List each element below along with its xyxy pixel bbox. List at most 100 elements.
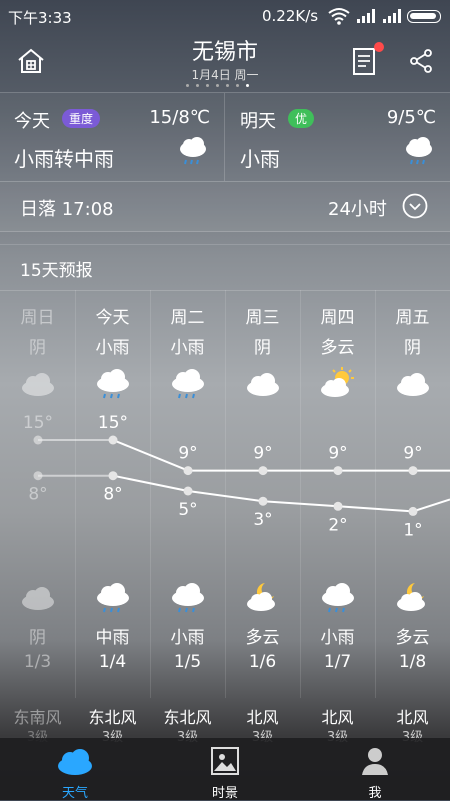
wind-direction: 北风 [246, 708, 279, 727]
cloud-icon [58, 749, 92, 775]
tab-weather[interactable]: 天气 [0, 738, 150, 801]
low-temp-label: 2° [328, 515, 347, 535]
page-dot [235, 84, 239, 87]
today-card[interactable]: 今天 重度 15/8℃ 小雨转中雨 [0, 93, 225, 181]
low-temp-label: 3° [253, 510, 272, 530]
rain-icon [172, 583, 204, 613]
tab-scenery[interactable]: 时景 [150, 738, 300, 801]
wind-direction: 东南风 [13, 708, 62, 727]
page-dot [215, 84, 219, 87]
forecast-date: 1/3 [23, 652, 52, 672]
high-temp-label: 15° [98, 413, 128, 433]
forecast-night-condition: 小雨 [170, 628, 205, 648]
tab-me[interactable]: 我 [300, 738, 450, 801]
notification-dot [374, 42, 384, 52]
share-icon[interactable] [408, 48, 434, 74]
hourly-toggle-label[interactable]: 24小时 [328, 195, 387, 221]
temp-range: 9/5℃ [386, 107, 436, 128]
forecast-day-name: 周二 [170, 308, 205, 328]
rain-icon [172, 369, 204, 399]
forecast-night-condition: 多云 [395, 628, 430, 648]
high-temp-label: 9° [253, 444, 272, 464]
low-line-segment [262, 500, 339, 508]
wind-direction: 北风 [321, 708, 354, 727]
date-label: 1月4日 周一 [191, 68, 259, 82]
forecast-date: 1/4 [98, 652, 127, 672]
condition-text: 小雨转中雨 [14, 147, 114, 171]
forecast-day-condition: 阴 [29, 338, 46, 358]
forecast-day-condition: 阴 [254, 338, 271, 358]
chevron-down-icon[interactable] [402, 193, 428, 219]
sunset-row: 日落 17:08 24小时 [0, 181, 450, 232]
forecast-day-condition: 小雨 [95, 338, 130, 358]
today-tomorrow-panel: 今天 重度 15/8℃ 小雨转中雨 明天 优 9/5℃ 小雨 [0, 92, 450, 182]
rain-icon [322, 583, 354, 613]
high-temp-point [408, 466, 418, 476]
high-temp-point [258, 466, 268, 476]
tomorrow-card[interactable]: 明天 优 9/5℃ 小雨 [226, 93, 450, 181]
low-temp-point [108, 471, 118, 481]
forecast-date: 1/5 [173, 652, 202, 672]
forecast-night-condition: 阴 [29, 628, 46, 648]
page-dot [245, 84, 249, 87]
status-time: 下午3:33 [8, 9, 72, 27]
partly-cloudy-day-icon [321, 367, 354, 397]
high-temp-label: 9° [178, 444, 197, 464]
temp-range: 15/8℃ [149, 107, 210, 128]
temperature-chart: 15° 15° 9° 9° 9° 9° 8° 8° 5° 3° 2° 1° [23, 413, 450, 540]
condition-text: 小雨 [240, 147, 280, 171]
cloudy-icon [247, 373, 279, 396]
signal-icon [383, 9, 401, 23]
low-line-segment [112, 474, 189, 492]
tab-label: 天气 [61, 786, 88, 801]
status-bar: 下午3:33 0.22K/s [0, 0, 450, 32]
rain-icon [406, 137, 432, 165]
forecast-day-name: 今天 [95, 308, 130, 328]
high-temp-label: 9° [328, 444, 347, 464]
high-temp-point [333, 466, 343, 476]
news-button[interactable] [352, 42, 384, 76]
tab-label: 时景 [211, 786, 238, 801]
low-temp-label: 8° [28, 485, 47, 505]
forecast-title: 15天预报 [20, 261, 93, 281]
forecast-date: 1/8 [398, 652, 427, 672]
rain-icon [180, 137, 206, 165]
page-dot [185, 84, 189, 87]
aqi-badge: 重度 [62, 109, 101, 128]
low-line-segment [187, 490, 264, 503]
forecast-day-name: 周三 [245, 308, 280, 328]
forecast-day-name: 周日 [20, 308, 55, 328]
wind-direction: 北风 [396, 708, 429, 727]
network-speed: 0.22K/s [262, 7, 319, 25]
high-temp-point [33, 435, 43, 445]
tab-bar: 天气 时景 我 [0, 738, 450, 801]
high-temp-point [183, 466, 193, 476]
forecast-date: 1/6 [248, 652, 277, 672]
page-dot [205, 84, 209, 87]
high-temp-label: 9° [403, 444, 422, 464]
today-label: 今天 [14, 111, 50, 132]
low-temp-label: 1° [403, 520, 422, 540]
forecast-night-condition: 小雨 [320, 628, 355, 648]
tab-label: 我 [368, 786, 382, 801]
sunset-time: 日落 17:08 [20, 199, 114, 220]
high-line-segment [112, 439, 189, 472]
page-dot [195, 84, 199, 87]
low-temp-point [33, 471, 43, 481]
forecast-night-condition: 中雨 [95, 628, 130, 648]
aqi-badge: 优 [288, 109, 315, 128]
low-temp-label: 8° [103, 485, 122, 505]
rain-icon [97, 369, 129, 399]
low-line-segment [412, 498, 450, 513]
partly-cloudy-night-icon [397, 583, 425, 611]
low-temp-point [333, 501, 343, 511]
tomorrow-label: 明天 [240, 111, 276, 132]
cloudy-icon [397, 373, 429, 396]
forecast-day-name: 周四 [320, 308, 355, 328]
forecast-date: 1/7 [323, 652, 352, 672]
forecast-day-condition: 小雨 [170, 338, 205, 358]
wind-direction: 东北风 [88, 708, 137, 727]
wifi-icon [328, 8, 350, 25]
header: 无锡市 1月4日 周一 [0, 32, 450, 92]
forecast-night-condition: 多云 [245, 628, 280, 648]
